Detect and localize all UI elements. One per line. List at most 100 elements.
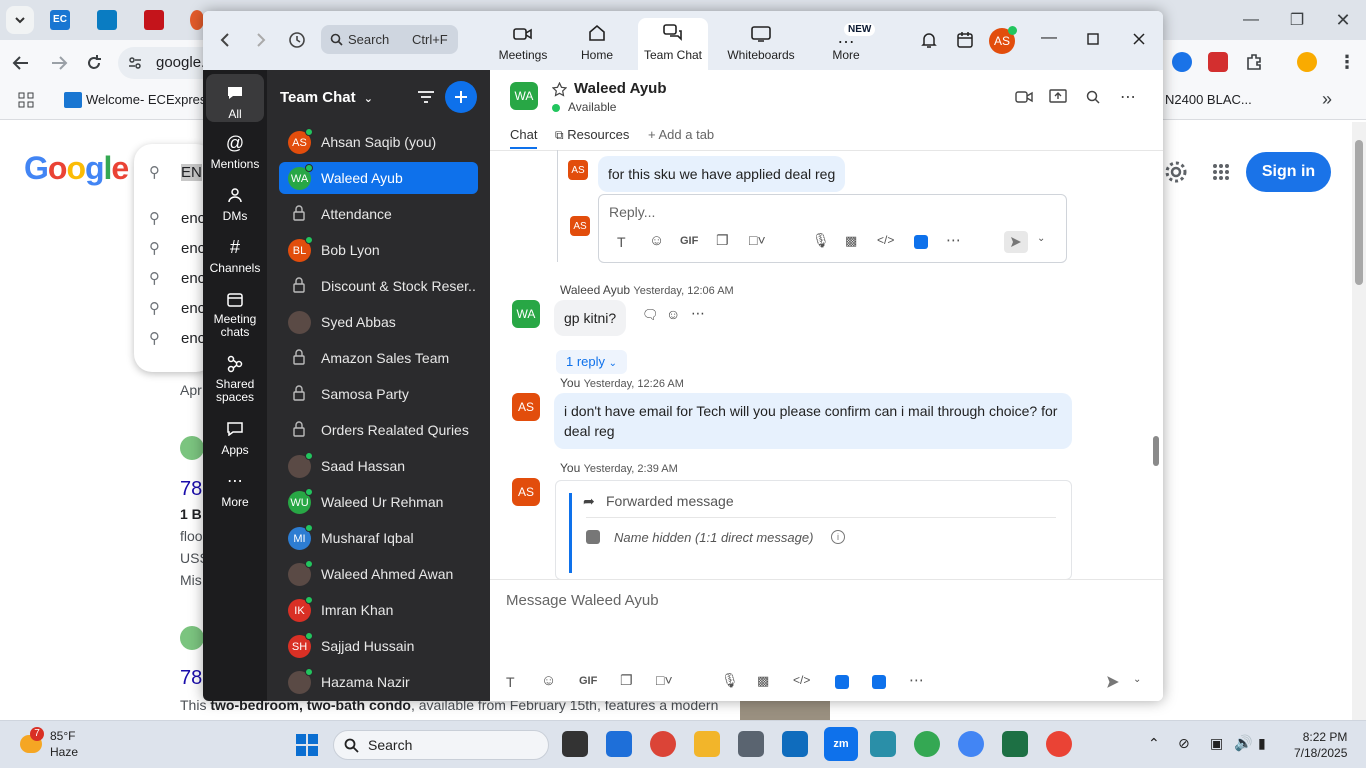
file-explorer-icon[interactable] (694, 731, 720, 757)
chrome-profile-icon[interactable] (914, 731, 940, 757)
star-icon[interactable] (552, 82, 567, 97)
chat-list-item[interactable]: Attendance (279, 198, 478, 230)
tab-home[interactable]: Home (569, 18, 625, 70)
display-icon[interactable]: ▣ (1210, 735, 1223, 752)
contact-avatar[interactable]: WA (510, 82, 538, 110)
file-icon[interactable]: ❐ (716, 232, 729, 249)
more-options-icon[interactable]: ⋯ (1120, 87, 1136, 107)
rail-mentions[interactable]: @ Mentions (206, 132, 264, 172)
system-clock[interactable]: 8:22 PM 7/18/2025 (1294, 729, 1347, 761)
result-thumbnail[interactable] (740, 700, 830, 720)
screenshot-icon[interactable]: □˅ (749, 232, 766, 248)
browser-restore-button[interactable]: ❐ (1282, 8, 1312, 32)
zoom-search-box[interactable]: Search Ctrl+F (321, 25, 458, 54)
history-icon[interactable] (288, 31, 306, 49)
store-icon[interactable] (606, 731, 632, 757)
reply-icon[interactable]: 🗨 (642, 307, 659, 323)
taskbar-search[interactable]: Search (333, 730, 549, 760)
volume-icon[interactable]: 🔊 (1234, 734, 1253, 752)
replies-toggle[interactable]: 1 reply ⌄ (556, 350, 628, 374)
message-input[interactable]: Message Waleed Ayub (506, 592, 659, 609)
bookmark-welcome[interactable]: Welcome- ECExpres... (86, 92, 217, 107)
orange-favicon-icon[interactable] (190, 10, 204, 30)
message-more-icon[interactable]: ⋯ (691, 305, 705, 322)
result-title-link[interactable]: 78 (180, 478, 202, 501)
sender-avatar[interactable]: AS (512, 478, 540, 506)
microphone-icon[interactable]: 🎙 (721, 672, 739, 689)
profile-avatar-icon[interactable] (1297, 52, 1317, 72)
address-text[interactable]: google. (156, 54, 205, 71)
reply-sender-avatar[interactable]: AS (568, 160, 588, 180)
chat-list-item[interactable]: MI Musharaf Iqbal (279, 522, 478, 554)
calculator-icon[interactable] (738, 731, 764, 757)
pdf-extension-icon[interactable] (1208, 52, 1228, 72)
result-title-link[interactable]: 78 (180, 667, 202, 690)
search-icon[interactable] (1086, 90, 1100, 104)
chat-list-item[interactable]: AS Ahsan Saqib (you) (279, 126, 478, 158)
sender-avatar[interactable]: WA (512, 300, 540, 328)
more-icon[interactable]: ⋯ (946, 231, 961, 249)
video-call-icon[interactable] (1015, 90, 1033, 104)
show-hidden-icons[interactable]: ⌃ (1148, 735, 1160, 752)
zoom-maximize-button[interactable] (1087, 33, 1099, 45)
tab-meetings[interactable]: Meetings (493, 18, 553, 70)
rail-shared-spaces[interactable]: Shared spaces (206, 353, 264, 404)
app-icon[interactable] (870, 731, 896, 757)
chat-list-item[interactable]: BL Bob Lyon (279, 234, 478, 266)
contact-name[interactable]: Waleed Ayub (574, 80, 667, 97)
rail-dms[interactable]: DMs (206, 184, 264, 223)
chat-list-title[interactable]: Team Chat ⌄ (280, 89, 373, 106)
forward-icon[interactable] (255, 33, 267, 47)
thread-reply-message[interactable]: for this sku we have applied deal reg (598, 156, 846, 192)
chrome-profile-icon[interactable] (958, 731, 984, 757)
app-icon[interactable] (835, 675, 849, 689)
chat-list-item[interactable]: Samosa Party (279, 378, 478, 410)
conversation-scrollbar[interactable] (1153, 151, 1159, 563)
info-icon[interactable]: i (831, 530, 845, 544)
send-icon[interactable] (1106, 675, 1120, 689)
sign-in-button[interactable]: Sign in (1246, 152, 1331, 192)
message-bubble[interactable]: i don't have email for Tech will you ple… (554, 393, 1072, 449)
rail-channels[interactable]: # Channels (206, 236, 264, 276)
windows-start-icon[interactable] (295, 733, 319, 757)
suggestion-item[interactable]: ⚲ enc (149, 239, 205, 257)
rail-all[interactable]: All (206, 74, 264, 122)
chat-list-item[interactable]: Syed Abbas (279, 306, 478, 338)
tab-chat[interactable]: Chat (510, 127, 538, 149)
tab-whiteboards[interactable]: Whiteboards (723, 18, 799, 70)
suggestion-item[interactable]: ⚲ enc (149, 269, 205, 287)
video-message-icon[interactable]: ▩ (845, 233, 857, 249)
reload-icon[interactable] (85, 54, 103, 72)
chat-list-item[interactable]: Discount & Stock Reser... (279, 270, 478, 302)
microphone-icon[interactable]: 🎙 (812, 232, 830, 249)
chevron-down-icon[interactable]: ⌄ (1037, 233, 1045, 244)
back-arrow-icon[interactable] (12, 54, 30, 72)
settings-gear-icon[interactable] (1164, 160, 1188, 184)
rail-more[interactable]: ⋯ More (206, 470, 264, 509)
app-favicon-icon[interactable] (97, 10, 117, 30)
chat-list-item[interactable]: SH Sajjad Hussain (279, 630, 478, 662)
suggestion-item[interactable]: ⚲ enc (149, 299, 205, 317)
send-button[interactable] (1004, 231, 1028, 253)
chrome-icon[interactable] (650, 731, 676, 757)
chat-list-item[interactable]: Waleed Ahmed Awan (279, 558, 478, 590)
chat-list-item[interactable]: Amazon Sales Team (279, 342, 478, 374)
screenshot-icon[interactable]: □˅ (656, 672, 673, 688)
forward-arrow-icon[interactable] (50, 54, 68, 72)
google-logo[interactable]: Google (24, 150, 129, 187)
bookmark-n2400[interactable]: N2400 BLAC... (1165, 92, 1252, 107)
task-view-icon[interactable] (562, 731, 588, 757)
format-text-icon[interactable]: T (617, 234, 626, 250)
filter-icon[interactable] (417, 90, 435, 104)
scrollbar-thumb[interactable] (1153, 436, 1159, 466)
forwarded-message-card[interactable]: ➦ Forwarded message Name hidden (1:1 dir… (555, 480, 1072, 580)
chat-list-item[interactable]: Saad Hassan (279, 450, 478, 482)
emoji-icon[interactable]: ☺ (649, 232, 664, 249)
battery-icon[interactable]: ▮ (1258, 735, 1266, 752)
site-info-icon[interactable] (127, 55, 143, 71)
zoom-close-button[interactable] (1133, 33, 1145, 45)
emoji-icon[interactable]: ☺ (541, 672, 556, 689)
app-icon[interactable] (872, 675, 886, 689)
apps-grid-icon[interactable] (18, 92, 34, 108)
back-icon[interactable] (219, 33, 231, 47)
